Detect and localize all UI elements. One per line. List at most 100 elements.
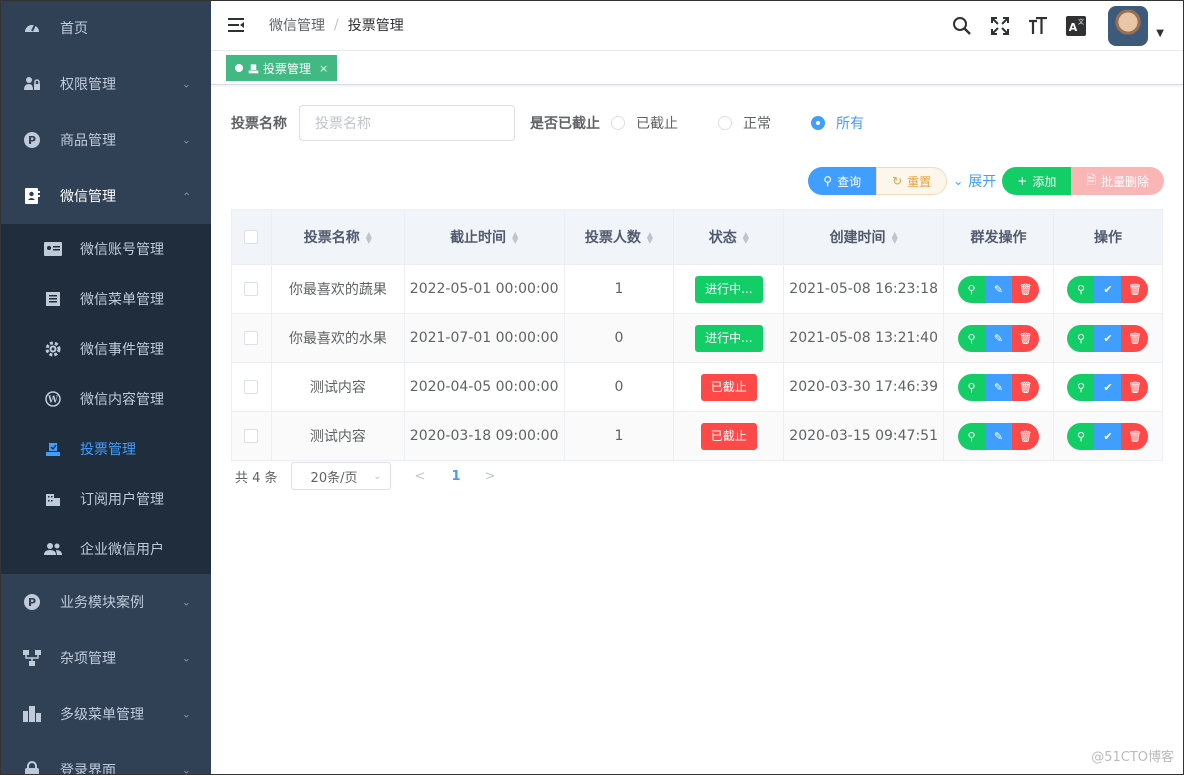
radio-circle — [718, 116, 732, 130]
col-status[interactable]: 状态 ▲ ▼ — [673, 209, 785, 265]
edit-button[interactable]: ✎ — [985, 373, 1013, 401]
radio-label: 已截止 — [636, 116, 678, 132]
deadline-status-label: 是否已截止 — [530, 116, 600, 132]
hamburger-icon[interactable] — [227, 16, 245, 34]
page-number[interactable]: 1 — [451, 469, 460, 484]
sort-icon[interactable]: ▲ ▼ — [366, 231, 372, 245]
radio-circle — [811, 116, 825, 130]
cell-ops: ⚲ ✔ 🗑 — [1052, 362, 1164, 412]
row-checkbox[interactable] — [244, 331, 259, 345]
menu-item-business[interactable]: P 业务模块案例 ⌄ — [0, 574, 211, 630]
edit-button[interactable]: ✎ — [985, 275, 1013, 303]
delete-button[interactable]: 🗑 — [1012, 422, 1040, 450]
watermark: @51CTO博客 — [1091, 750, 1174, 765]
expand-button[interactable]: ⌄ 展开 — [947, 167, 1002, 195]
fullscreen-icon[interactable] — [988, 14, 1012, 38]
confirm-button[interactable]: ✔ — [1094, 373, 1122, 401]
sort-icon[interactable]: ▲ ▼ — [512, 231, 518, 245]
row-checkbox[interactable] — [244, 380, 259, 394]
menu-item-permission[interactable]: 权限管理 ⌄ — [0, 56, 211, 112]
vote-name-input[interactable]: 投票名称 — [299, 105, 515, 141]
delete-button[interactable]: 🗑 — [1012, 324, 1040, 352]
confirm-button[interactable]: ✔ — [1094, 275, 1122, 303]
sidebar-item-enterprise-user[interactable]: 企业微信用户 — [0, 524, 211, 574]
radio-expired[interactable]: 已截止 — [600, 113, 678, 133]
delete-button[interactable]: 🗑 — [1012, 275, 1040, 303]
row-checkbox[interactable] — [244, 282, 259, 296]
delete-button[interactable]: 🗑 — [1012, 373, 1040, 401]
menu-item-login[interactable]: 登录界面 ⌄ — [0, 742, 211, 775]
edit-button[interactable]: ✎ — [985, 422, 1013, 450]
menu-item-goods[interactable]: P 商品管理 ⌄ — [0, 112, 211, 168]
reset-button[interactable]: ↻ 重置 — [876, 167, 948, 195]
status-badge[interactable]: 进行中... — [695, 275, 763, 303]
sidebar-item-subscriber[interactable]: 订阅用户管理 — [0, 474, 211, 524]
tag-vote-management[interactable]: 投票管理 × — [226, 55, 338, 81]
batch-delete-button[interactable]: 🗎 批量删除 — [1071, 167, 1164, 195]
row-select-cell — [231, 264, 272, 314]
navbar: 微信管理 / 投票管理 A文 ▼ — [211, 0, 1184, 51]
sidebar-item-wechat-account[interactable]: 微信账号管理 — [0, 224, 211, 274]
view-button[interactable]: ⚲ — [1067, 373, 1095, 401]
sort-icon[interactable]: ▲ ▼ — [892, 231, 898, 245]
menu-item-wechat[interactable]: 微信管理 ⌄ — [0, 168, 211, 224]
cell-deadline: 2021-07-01 00:00:00 — [403, 313, 565, 363]
close-icon[interactable]: × — [319, 62, 328, 75]
cell-status: 已截止 — [673, 362, 785, 412]
menu-label: 微信管理 — [60, 189, 116, 205]
breadcrumb-parent[interactable]: 微信管理 — [269, 15, 325, 35]
confirm-button[interactable]: ✔ — [1094, 324, 1122, 352]
radio-all[interactable]: 所有 — [800, 113, 864, 133]
breadcrumb-separator: / — [334, 17, 339, 33]
view-button[interactable]: ⚲ — [958, 373, 986, 401]
next-page-icon[interactable]: > — [485, 469, 496, 484]
sort-icon[interactable]: ▲ ▼ — [743, 231, 749, 245]
view-button[interactable]: ⚲ — [958, 275, 986, 303]
status-badge[interactable]: 已截止 — [700, 422, 757, 450]
select-all-checkbox[interactable] — [244, 230, 259, 244]
delete-button[interactable]: 🗑 — [1121, 422, 1149, 450]
sort-icon[interactable]: ▲ ▼ — [647, 231, 653, 245]
view-button[interactable]: ⚲ — [1067, 275, 1095, 303]
page-size-select[interactable]: 20条/页 ⌄ — [290, 462, 391, 490]
font-size-icon[interactable] — [1026, 14, 1050, 38]
delete-button[interactable]: 🗑 — [1121, 275, 1149, 303]
menu-item-multilevel[interactable]: 多级菜单管理 ⌄ — [0, 686, 211, 742]
col-created[interactable]: 创建时间 ▲ ▼ — [783, 209, 945, 265]
col-vote-name[interactable]: 投票名称 ▲ ▼ — [270, 209, 405, 265]
search-icon[interactable] — [950, 14, 974, 38]
col-deadline[interactable]: 截止时间 ▲ ▼ — [403, 209, 565, 265]
avatar[interactable] — [1108, 5, 1149, 46]
view-button[interactable]: ⚲ — [1067, 324, 1095, 352]
cell-vote-count: 0 — [563, 313, 675, 363]
sidebar-item-wechat-menu[interactable]: 微信菜单管理 — [0, 274, 211, 324]
view-button[interactable]: ⚲ — [1067, 422, 1095, 450]
prev-page-icon[interactable]: < — [415, 469, 426, 484]
view-button[interactable]: ⚲ — [958, 422, 986, 450]
svg-text:W: W — [47, 396, 59, 406]
view-button[interactable]: ⚲ — [958, 324, 986, 352]
sidebar-item-wechat-content[interactable]: W 微信内容管理 — [0, 374, 211, 424]
delete-button[interactable]: 🗑 — [1121, 324, 1149, 352]
sidebar-item-wechat-event[interactable]: 微信事件管理 — [0, 324, 211, 374]
edit-button[interactable]: ✎ — [985, 324, 1013, 352]
cell-ops: ⚲ ✔ 🗑 — [1052, 313, 1164, 363]
row-checkbox[interactable] — [244, 429, 259, 443]
translate-icon[interactable]: A文 — [1064, 14, 1088, 38]
add-button[interactable]: + 添加 — [1002, 167, 1072, 195]
menu-item-home[interactable]: 首页 — [0, 0, 211, 56]
query-button[interactable]: ⚲ 查询 — [808, 167, 877, 195]
status-badge[interactable]: 进行中... — [695, 324, 763, 352]
status-badge[interactable]: 已截止 — [700, 373, 757, 401]
radio-normal[interactable]: 正常 — [707, 113, 771, 133]
chevron-down-icon: ⌄ — [181, 707, 191, 721]
confirm-button[interactable]: ✔ — [1094, 422, 1122, 450]
caret-down-icon[interactable]: ▼ — [1156, 28, 1164, 39]
menu-item-misc[interactable]: 杂项管理 ⌄ — [0, 630, 211, 686]
menu-label: 权限管理 — [60, 77, 116, 93]
delete-button[interactable]: 🗑 — [1121, 373, 1149, 401]
sidebar-item-vote[interactable]: 投票管理 — [0, 424, 211, 474]
users-icon — [44, 540, 62, 558]
col-vote-count[interactable]: 投票人数 ▲ ▼ — [563, 209, 675, 265]
menu-label: 首页 — [60, 21, 88, 37]
